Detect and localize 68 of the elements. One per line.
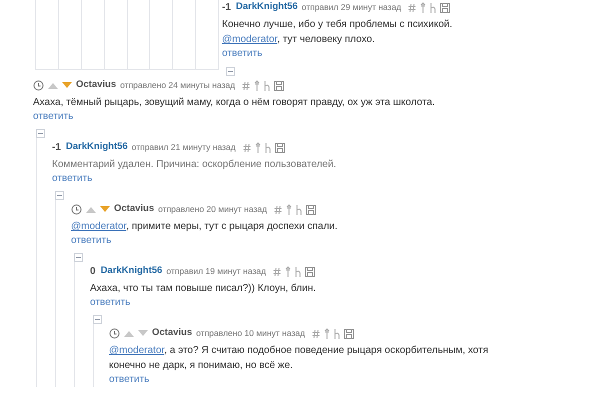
branch-icon [296, 204, 302, 214]
mention-link[interactable]: @moderator [71, 221, 126, 232]
hash-icon [242, 80, 250, 90]
hash-icon [274, 204, 282, 214]
up-arrow-icon [284, 266, 291, 277]
mention-link[interactable]: @moderator [222, 34, 278, 45]
save-icon [344, 328, 354, 338]
comment-score: -1 [52, 141, 61, 155]
collapse-button[interactable] [93, 315, 102, 324]
collapse-button[interactable] [226, 67, 235, 76]
up-arrow-icon [420, 2, 426, 13]
save-icon [440, 2, 450, 12]
collapse-button[interactable] [55, 191, 64, 200]
comment-time: отправлено 24 минуты назад [120, 79, 236, 92]
branch-icon [430, 2, 436, 12]
up-arrow-icon [324, 328, 330, 339]
comment-time: отправлено 20 минут назад [158, 203, 267, 216]
author-link[interactable]: DarkKnight56 [236, 0, 298, 15]
downvote-icon[interactable] [62, 82, 72, 89]
save-icon [306, 204, 316, 214]
comment-time: отправлено 10 минут назад [196, 327, 305, 340]
save-icon [274, 80, 284, 90]
collapse-button[interactable] [36, 129, 45, 138]
reply-link[interactable]: ответить [222, 47, 262, 61]
downvote-icon[interactable] [138, 330, 148, 337]
up-arrow-icon [254, 142, 261, 153]
branch-icon [334, 328, 340, 338]
reply-link[interactable]: ответить [90, 296, 130, 310]
hash-icon [272, 266, 281, 276]
upvote-icon[interactable] [124, 330, 134, 337]
downvote-icon[interactable] [100, 206, 110, 213]
comment-score: 0 [90, 265, 96, 279]
author-link[interactable]: Octavius [76, 78, 116, 93]
hash-icon [312, 328, 320, 338]
upvote-icon[interactable] [86, 206, 96, 213]
author-link[interactable]: Octavius [152, 326, 192, 341]
comment-time: отправил 19 минут назад [166, 265, 266, 278]
comment-time: отправил 29 минут назад [302, 1, 402, 14]
comment-text: Ахаха, тёмный рыцарь, зовущий маму, когда о нём говорят правду, ох уж эта школота. [33, 96, 436, 110]
author-link[interactable]: DarkKnight56 [100, 264, 162, 279]
up-arrow-icon [286, 204, 292, 215]
reply-link[interactable]: ответить [52, 172, 92, 186]
author-link[interactable]: Octavius [114, 202, 154, 217]
reply-link[interactable]: ответить [109, 373, 150, 387]
branch-icon [294, 266, 301, 276]
collapse-button[interactable] [74, 253, 83, 262]
mention-link[interactable]: @moderator [109, 345, 164, 356]
save-icon [304, 266, 315, 276]
comment-text: Ахаха, что ты там повыше писал?)) Клоун, блин. [90, 282, 317, 296]
comment-text: Конечно лучше, ибо у тебя проблемы с психикой. @moderator, тут человеку плохо. [222, 18, 454, 47]
clock-icon [71, 204, 82, 215]
author-link[interactable]: DarkKnight56 [66, 140, 128, 155]
comment-time: отправил 21 минуту назад [132, 141, 236, 154]
hash-icon [242, 142, 251, 152]
branch-icon [264, 142, 271, 152]
upvote-icon[interactable] [48, 82, 58, 89]
reply-link[interactable]: ответить [33, 110, 74, 124]
comment-text: @moderator, а это? Я считаю подобное поведение рыцаря оскорбительным, хотя конечно не дарк, я понимаю, но всё же. [109, 344, 490, 373]
save-icon [274, 142, 285, 152]
clock-icon [109, 328, 120, 339]
clock-icon [33, 80, 44, 91]
comment-text: @moderator, примите меры, тут с рыцаря доспехи спали. [71, 220, 339, 234]
hash-icon [408, 2, 416, 12]
branch-icon [264, 80, 270, 90]
comment-text: Комментарий удален. Причина: оскорбление пользователей. [52, 158, 338, 172]
comment-score: -1 [222, 1, 231, 15]
up-arrow-icon [254, 80, 260, 91]
reply-link[interactable]: ответить [71, 234, 112, 248]
